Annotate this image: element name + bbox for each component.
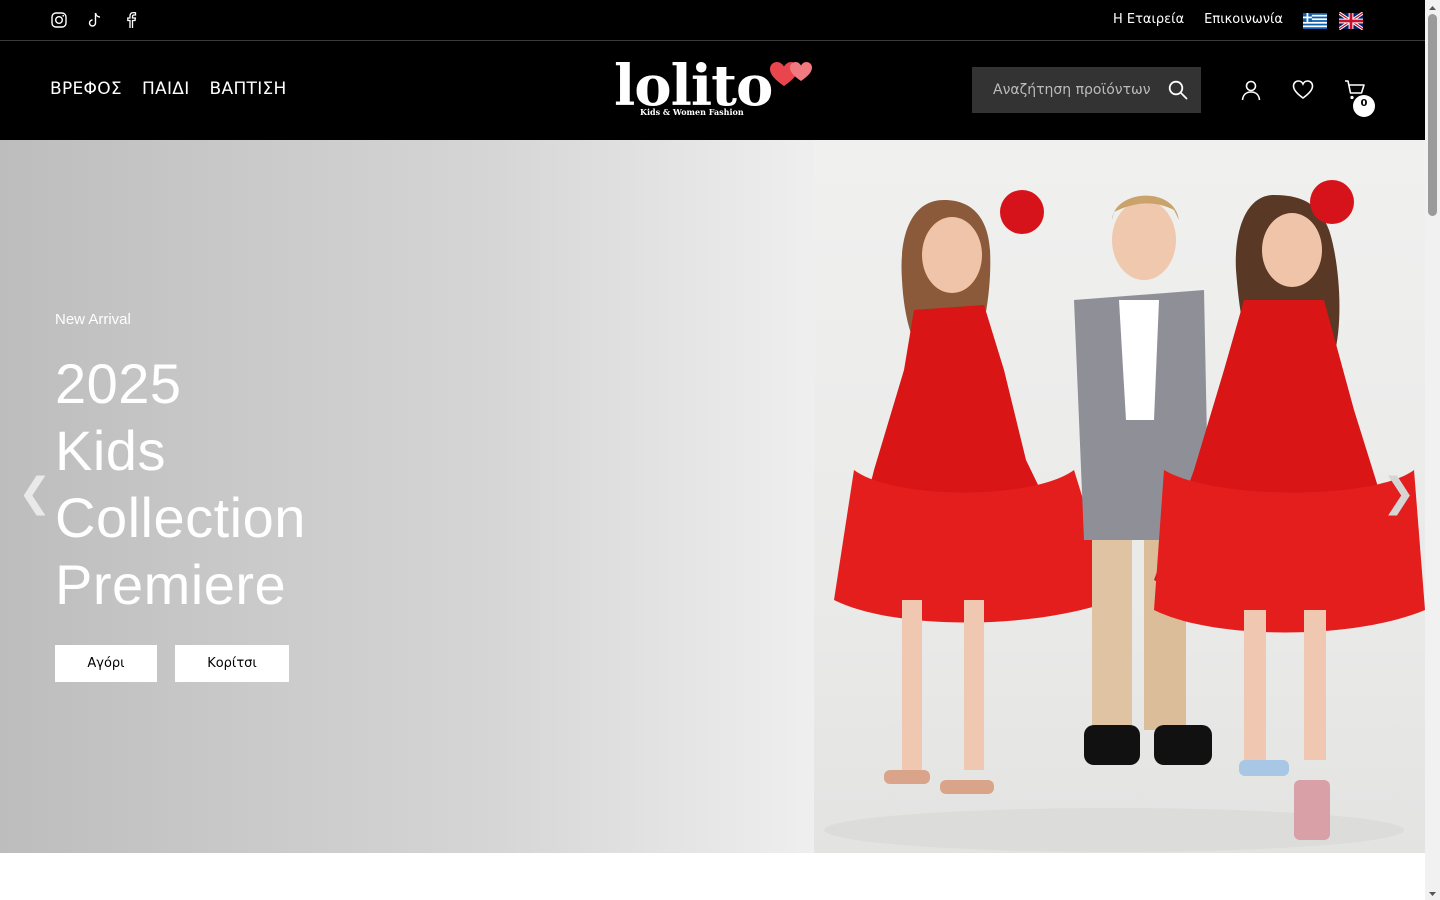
cart-icon[interactable]: 0 [1344, 79, 1375, 117]
facebook-icon[interactable] [122, 11, 140, 29]
nav-item-child[interactable]: ΠΑΙΔΙ [142, 79, 190, 99]
hero-headline-line: Collection [55, 486, 306, 549]
nav-item-baptism[interactable]: ΒΑΠΤΙΣΗ [210, 79, 287, 99]
hero-headline-line: Kids [55, 419, 166, 482]
hero-image-kids [814, 140, 1425, 853]
site-logo[interactable]: lolito Kids & Women Fashion [612, 53, 818, 123]
language-switcher [1303, 12, 1363, 30]
slider-prev-arrow[interactable]: ❮ [18, 470, 52, 516]
hero-slider: ❮ ❯ New Arrival 2025 Kids Collection Pre… [0, 140, 1425, 853]
nav-item-baby[interactable]: ΒΡΕΦΟΣ [50, 79, 122, 99]
header-actions: 0 [1240, 79, 1375, 117]
company-link[interactable]: Η Εταιρεία [1113, 12, 1184, 27]
hero-headline: 2025 Kids Collection Premiere [55, 350, 306, 618]
instagram-icon[interactable] [50, 11, 68, 29]
scroll-up-arrow-icon[interactable] [1425, 0, 1440, 14]
top-bar: Η Εταιρεία Επικοινωνία [0, 0, 1425, 41]
search-icon[interactable] [1168, 80, 1188, 100]
cart-count-badge: 0 [1353, 95, 1375, 117]
slider-next-arrow[interactable]: ❯ [1382, 470, 1416, 516]
main-nav: ΒΡΕΦΟΣ ΠΑΙΔΙ ΒΑΠΤΙΣΗ [50, 79, 287, 99]
main-header: ΒΡΕΦΟΣ ΠΑΙΔΙ ΒΑΠΤΙΣΗ lolito Kids & Women… [0, 41, 1425, 140]
scrollbar-thumb[interactable] [1428, 14, 1437, 216]
wishlist-heart-icon[interactable] [1292, 79, 1314, 101]
contact-link[interactable]: Επικοινωνία [1204, 12, 1283, 27]
hero-eyebrow: New Arrival [55, 311, 131, 328]
hearts-icon [770, 61, 816, 93]
boy-button[interactable]: Αγόρι [55, 645, 157, 682]
hero-headline-line: Premiere [55, 553, 287, 616]
greek-flag-icon[interactable] [1303, 12, 1327, 30]
scroll-down-arrow-icon[interactable] [1425, 886, 1440, 900]
uk-flag-icon[interactable] [1339, 12, 1363, 30]
search-box [972, 67, 1201, 113]
account-icon[interactable] [1240, 79, 1262, 101]
hero-headline-line: 2025 [55, 352, 182, 415]
logo-tagline: Kids & Women Fashion [640, 107, 744, 117]
page-scrollbar[interactable] [1425, 0, 1440, 900]
tiktok-icon[interactable] [86, 11, 104, 29]
hero-buttons: Αγόρι Κορίτσι [55, 645, 289, 682]
top-links: Η Εταιρεία Επικοινωνία [1113, 12, 1283, 27]
social-links [50, 11, 140, 29]
search-input[interactable] [972, 67, 1157, 113]
girl-button[interactable]: Κορίτσι [175, 645, 289, 682]
